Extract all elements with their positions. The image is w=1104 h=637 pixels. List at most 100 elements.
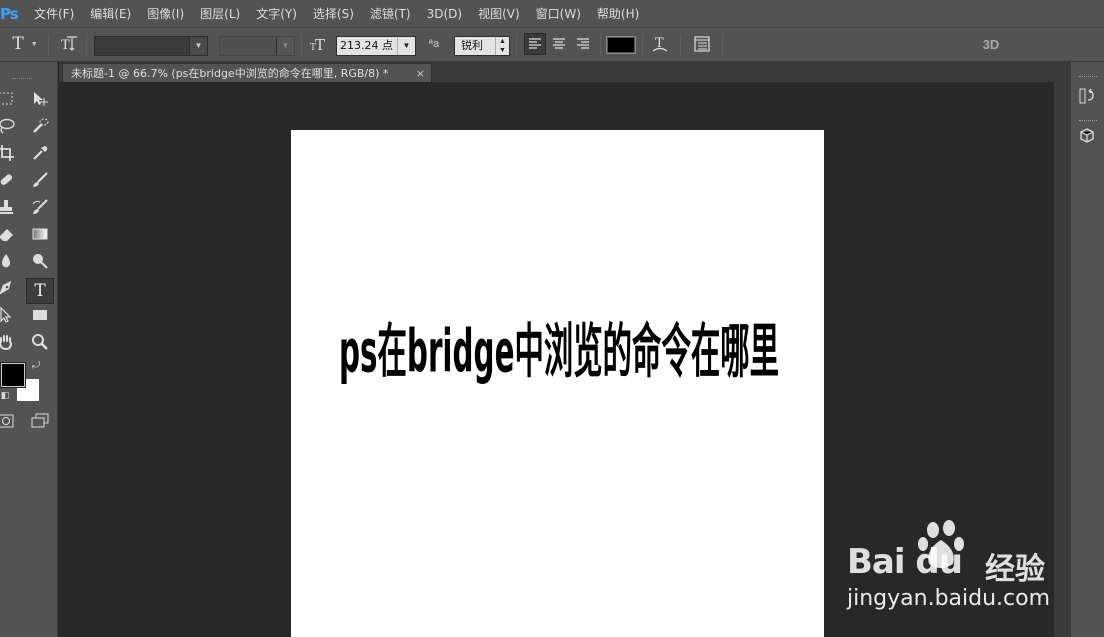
3d-panel-button[interactable] <box>1077 126 1101 150</box>
align-right-icon <box>577 38 589 49</box>
history-icon <box>1079 88 1094 104</box>
align-center-button[interactable] <box>548 33 570 55</box>
separator <box>516 34 517 56</box>
history-brush-tool-button[interactable] <box>28 198 52 222</box>
watermark-cn: 经验 <box>985 553 1045 586</box>
brush-icon <box>33 172 48 187</box>
separator <box>86 34 87 56</box>
document-canvas[interactable]: ps在bridge中浏览的命令在哪里 <box>291 130 824 637</box>
document-tab[interactable]: 未标题-1 @ 66.7% (ps在bridge中浏览的命令在哪里, RGB/8… <box>62 63 432 83</box>
menu-layer[interactable]: 图层(L) <box>192 0 248 28</box>
document-tab-title: 未标题-1 @ 66.7% (ps在bridge中浏览的命令在哪里, RGB/8… <box>71 67 389 80</box>
foreground-color-swatch[interactable] <box>0 362 26 388</box>
lasso-tool-button[interactable] <box>0 117 18 141</box>
eyedropper-tool-button[interactable] <box>28 144 52 168</box>
screen-mode-button[interactable] <box>28 412 52 436</box>
pen-tool-button[interactable] <box>0 279 18 303</box>
shape-tool-button[interactable] <box>28 306 52 330</box>
antialias-icon: ªa <box>428 38 440 50</box>
menu-edit[interactable]: 编辑(E) <box>82 0 139 28</box>
healing-brush-tool-button[interactable] <box>0 171 18 195</box>
type-icon: T <box>34 281 46 301</box>
font-size-value: 213.24 点 <box>340 39 393 52</box>
hand-tool-button[interactable] <box>0 333 18 357</box>
canvas-text-layer: ps在bridge中浏览的命令在哪里 <box>339 317 779 386</box>
panel-grip <box>12 78 32 80</box>
watermark-brand: Bai du <box>847 542 963 582</box>
move-tool-button[interactable] <box>28 90 52 114</box>
tools-panel: T ⤾ ◧ <box>0 62 58 637</box>
blur-tool-button[interactable] <box>0 252 18 276</box>
separator <box>722 34 723 56</box>
text-color-fill <box>608 38 634 52</box>
type-tool-icon: T <box>12 34 24 54</box>
menu-view[interactable]: 视图(V) <box>470 0 528 28</box>
quick-selection-icon <box>33 118 49 133</box>
rectangle-icon <box>33 310 47 320</box>
tool-preset-picker[interactable]: T ▼ <box>6 33 44 55</box>
quick-mask-icon <box>0 414 14 428</box>
marquee-tool-button[interactable] <box>0 90 18 114</box>
menu-type[interactable]: 文字(Y) <box>248 0 305 28</box>
default-colors-icon[interactable]: ◧ <box>0 388 12 402</box>
crop-icon <box>0 145 14 161</box>
baidu-jingyan-watermark: Bai du 经验 jingyan.baidu.com <box>845 520 1095 620</box>
font-family-select[interactable]: ▼ <box>94 36 208 56</box>
zoom-tool-button[interactable] <box>28 333 52 357</box>
menu-image[interactable]: 图像(I) <box>139 0 192 28</box>
warp-text-button[interactable]: T <box>648 33 672 55</box>
options-bar: T ▼ T ▼ ▼ T T 213.24 点 ▼ ªa 锐利 ▲ ▼ T 3D <box>0 28 1104 62</box>
photoshop-window: Ps 文件(F) 编辑(E) 图像(I) 图层(L) 文字(Y) 选择(S) 滤… <box>0 0 1104 637</box>
dodge-icon <box>33 254 48 269</box>
eraser-icon <box>0 229 13 241</box>
font-style-select[interactable]: ▼ <box>219 36 295 56</box>
menu-filter[interactable]: 滤镜(T) <box>362 0 419 28</box>
dodge-tool-button[interactable] <box>28 252 52 276</box>
gradient-tool-button[interactable] <box>28 225 52 249</box>
svg-text:T: T <box>315 36 325 53</box>
svg-text:T: T <box>61 38 70 53</box>
character-panel-button[interactable] <box>690 33 714 55</box>
canvas-text: ps在bridge中浏览的命令在哪里 <box>339 317 779 386</box>
menu-file[interactable]: 文件(F) <box>26 0 82 28</box>
text-color-swatch[interactable] <box>606 36 636 54</box>
rect-marquee-icon <box>0 92 13 105</box>
bandage-icon <box>0 174 13 185</box>
menu-select[interactable]: 选择(S) <box>305 0 362 28</box>
quick-mask-button[interactable] <box>0 412 18 436</box>
align-center-icon <box>553 38 565 49</box>
separator <box>680 34 681 56</box>
history-panel-button[interactable] <box>1077 86 1101 110</box>
stamp-icon <box>0 200 13 214</box>
move-icon <box>34 92 48 106</box>
menu-3d[interactable]: 3D(D) <box>419 0 470 28</box>
cube-icon <box>1080 128 1094 143</box>
watermark-url: jingyan.baidu.com <box>847 586 1051 611</box>
align-left-icon <box>529 38 541 49</box>
pen-icon <box>0 281 11 295</box>
close-icon[interactable]: × <box>416 64 425 84</box>
align-right-button[interactable] <box>572 33 594 55</box>
toggle-orientation-button[interactable]: T <box>56 33 82 55</box>
chevron-down-icon: ▼ <box>276 37 294 55</box>
menu-help[interactable]: 帮助(H) <box>589 0 647 28</box>
panel-toggle-icon <box>694 36 710 52</box>
path-selection-tool-button[interactable] <box>0 306 18 330</box>
brush-tool-button[interactable] <box>28 171 52 195</box>
3d-mode-button[interactable]: 3D <box>978 33 1004 55</box>
antialias-select[interactable]: 锐利 ▲ ▼ <box>454 36 510 56</box>
droplet-icon <box>2 254 10 268</box>
quick-selection-tool-button[interactable] <box>28 117 52 141</box>
lasso-icon <box>0 118 15 134</box>
align-left-button[interactable] <box>524 33 546 55</box>
chevron-down-icon: ▼ <box>189 37 207 55</box>
clone-stamp-tool-button[interactable] <box>0 198 18 222</box>
separator <box>48 34 49 56</box>
font-size-select[interactable]: 213.24 点 ▼ <box>336 36 416 56</box>
crop-tool-button[interactable] <box>0 144 18 168</box>
eyedropper-icon <box>33 146 48 160</box>
swap-colors-icon[interactable]: ⤾ <box>28 358 44 374</box>
menu-window[interactable]: 窗口(W) <box>528 0 589 28</box>
type-tool-button[interactable]: T <box>26 278 54 304</box>
eraser-tool-button[interactable] <box>0 225 18 249</box>
